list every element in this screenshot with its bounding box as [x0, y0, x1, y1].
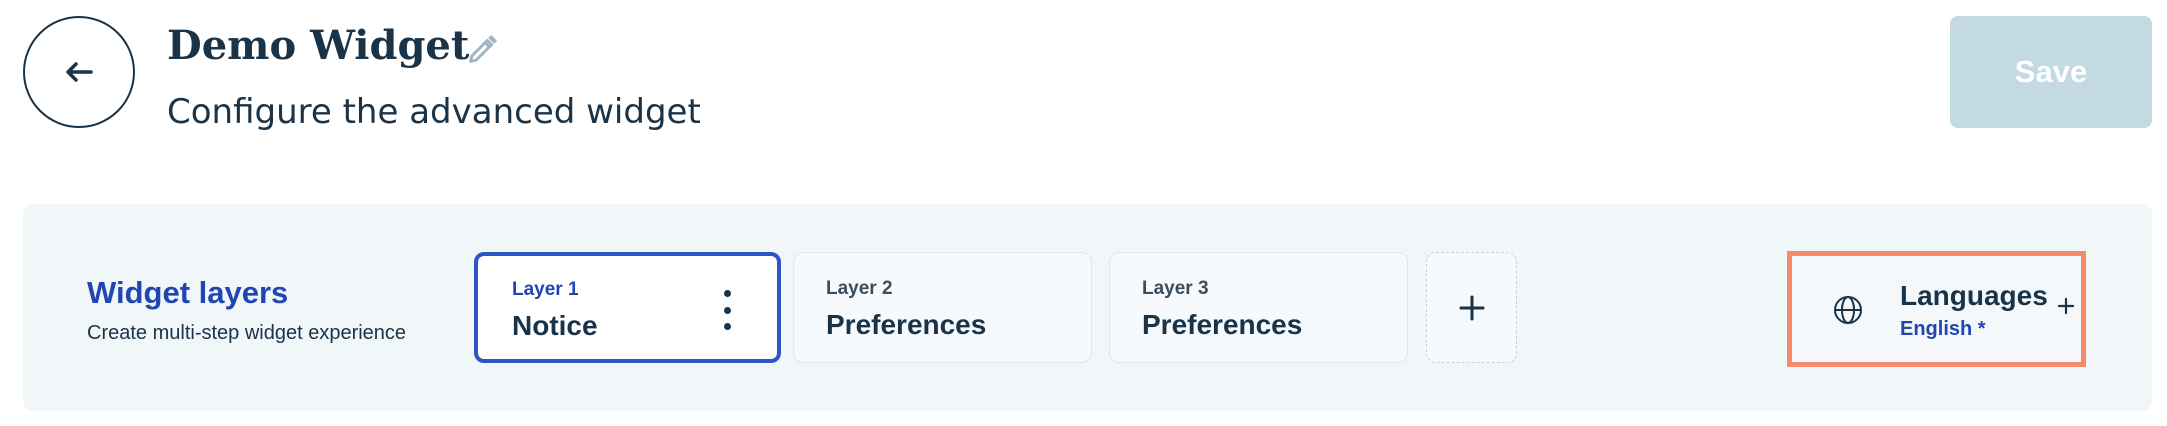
add-layer-button[interactable] — [1426, 252, 1517, 363]
languages-label: Languages — [1900, 280, 2048, 311]
plus-icon — [1459, 295, 1484, 320]
back-button[interactable] — [23, 16, 135, 128]
save-button[interactable]: Save — [1950, 16, 2152, 128]
layer-name: Preferences — [826, 309, 987, 340]
languages-selector[interactable]: Languages English * — [1787, 251, 2086, 367]
page-subtitle: Configure the advanced widget — [167, 92, 701, 132]
layer-card-3[interactable]: Layer 3 Preferences — [1109, 252, 1408, 363]
layer-card-1[interactable]: Layer 1 Notice — [474, 252, 781, 363]
globe-icon — [1834, 296, 1862, 324]
layer-card-2[interactable]: Layer 2 Preferences — [793, 252, 1092, 363]
layer-number: Layer 3 — [1142, 278, 1209, 299]
more-options-icon[interactable] — [719, 290, 735, 330]
page-title: Demo Widget — [167, 22, 470, 69]
layer-number: Layer 2 — [826, 278, 893, 299]
widget-layers-title: Widget layers — [87, 275, 289, 310]
arrow-left-icon — [66, 62, 93, 82]
layer-name: Notice — [512, 310, 598, 341]
plus-icon[interactable] — [2056, 296, 2076, 316]
layer-name: Preferences — [1142, 309, 1303, 340]
pencil-icon[interactable] — [462, 30, 502, 70]
layer-number: Layer 1 — [512, 279, 579, 300]
widget-layers-description: Create multi-step widget experience — [87, 322, 407, 344]
languages-value: English * — [1900, 318, 1986, 340]
